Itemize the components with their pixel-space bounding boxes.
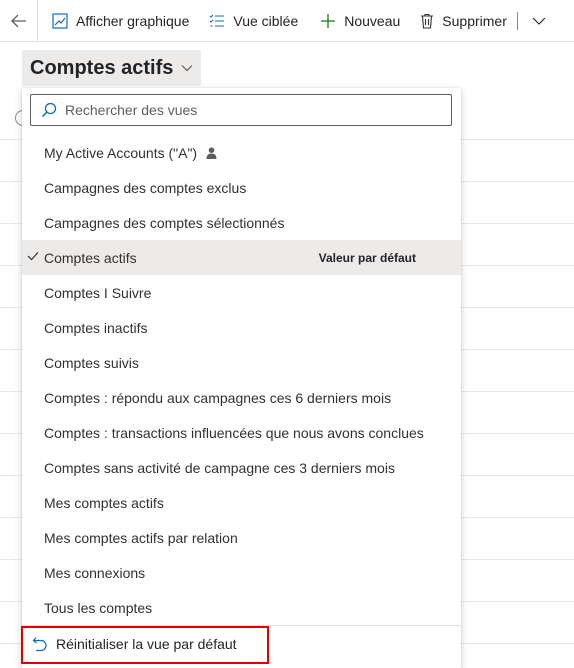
show-chart-label: Afficher graphique [76,12,190,29]
list-item-label: Comptes actifs [44,249,137,266]
list-item[interactable]: Mes connexions [22,555,461,590]
list-item-label: My Active Accounts ("A") [44,144,198,161]
more-commands-button[interactable] [526,0,560,42]
list-icon [209,14,225,27]
list-item[interactable]: Comptes : transactions influencées que n… [22,415,461,450]
chevron-down-icon [532,17,546,25]
reset-label: Réinitialiser la vue par défaut [56,636,237,652]
list-item-label: Mes connexions [44,564,146,581]
chart-icon [52,12,68,29]
list-item-label: Comptes suivis [44,354,139,371]
list-item[interactable]: Comptes sans activité de campagne ces 3 … [22,450,461,485]
list-item[interactable]: My Active Accounts ("A") [22,135,461,170]
list-item[interactable]: Comptes inactifs [22,310,461,345]
delete-button[interactable]: Supprimer [414,0,513,42]
arrow-left-icon [10,14,26,27]
list-item-label: Comptes inactifs [44,319,148,336]
focused-view-label: Vue ciblée [233,12,299,29]
list-item-label: Comptes sans activité de campagne ces 3 … [44,459,395,476]
command-bar: Afficher graphique Vue ciblée Nouveau Su… [0,0,574,42]
list-item-label: Mes comptes actifs par relation [44,529,238,546]
list-item-label: Campagnes des comptes exclus [44,179,247,196]
chevron-down-icon [181,65,193,72]
command-separator [516,11,518,30]
undo-icon [32,637,47,652]
reset-default-view-button[interactable]: Réinitialiser la vue par défaut [22,626,461,662]
list-item-label: Comptes : répondu aux campagnes ces 6 de… [44,389,392,406]
view-list: My Active Accounts ("A") Campagnes des c… [22,135,461,625]
new-label: Nouveau [344,12,401,29]
list-item-label: Tous les comptes [44,599,153,616]
search-icon [41,102,57,118]
delete-label: Supprimer [442,12,507,29]
list-item[interactable]: Mes comptes actifs [22,485,461,520]
person-icon [206,146,217,159]
list-item-label: Mes comptes actifs [44,494,164,511]
show-chart-button[interactable]: Afficher graphique [46,0,195,42]
view-selector[interactable]: Comptes actifs [22,50,202,86]
list-item[interactable]: Campagnes des comptes exclus [22,170,461,205]
trash-icon [421,13,434,29]
list-item[interactable]: Tous les comptes [22,590,461,625]
view-title: Comptes actifs [30,56,174,79]
default-badge: Valeur par défaut [318,250,416,265]
checkmark-icon [27,252,39,261]
plus-icon [321,13,336,28]
list-item[interactable]: Mes comptes actifs par relation [22,520,461,555]
back-button[interactable] [0,0,38,42]
list-item-label: Campagnes des comptes sélectionnés [44,214,285,231]
focused-view-button[interactable]: Vue ciblée [203,0,304,42]
search-input[interactable] [65,102,445,118]
list-item-selected[interactable]: Comptes actifs Valeur par défaut [22,240,461,275]
view-dropdown: My Active Accounts ("A") Campagnes des c… [22,88,461,668]
list-item[interactable]: Comptes I Suivre [22,275,461,310]
list-item[interactable]: Campagnes des comptes sélectionnés [22,205,461,240]
list-item-label: Comptes : transactions influencées que n… [44,424,424,441]
list-item[interactable]: Comptes suivis [22,345,461,380]
new-button[interactable]: Nouveau [314,0,406,42]
search-box [30,94,452,126]
list-item-label: Comptes I Suivre [44,284,152,301]
list-item[interactable]: Comptes : répondu aux campagnes ces 6 de… [22,380,461,415]
